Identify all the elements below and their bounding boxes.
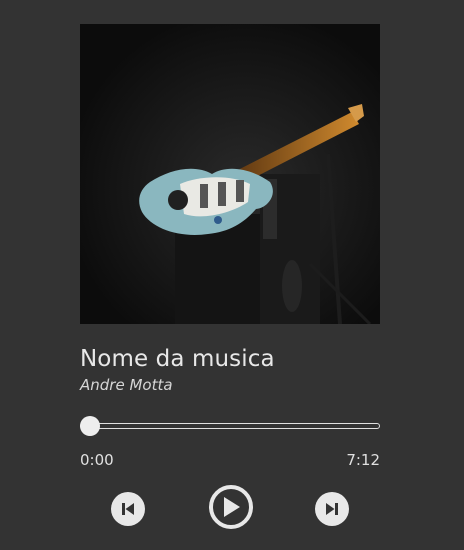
time-row: 0:00 7:12 (80, 451, 380, 469)
playback-controls (80, 485, 380, 531)
next-button[interactable] (315, 492, 349, 526)
current-time: 0:00 (80, 451, 114, 469)
previous-button[interactable] (111, 492, 145, 526)
guitar-photo (80, 24, 380, 324)
duration-time: 7:12 (346, 451, 380, 469)
track-artist: Andre Motta (80, 376, 173, 394)
progress-track[interactable] (80, 423, 380, 429)
music-player: Nome da musica Andre Motta 0:00 7:12 (80, 24, 380, 531)
skip-previous-icon (122, 503, 134, 515)
play-icon (224, 497, 240, 517)
track-title: Nome da musica (80, 346, 275, 372)
play-button[interactable] (209, 485, 253, 529)
album-cover (80, 24, 380, 324)
progress-bar[interactable] (80, 416, 380, 437)
progress-handle[interactable] (80, 416, 100, 436)
skip-next-icon (326, 503, 338, 515)
